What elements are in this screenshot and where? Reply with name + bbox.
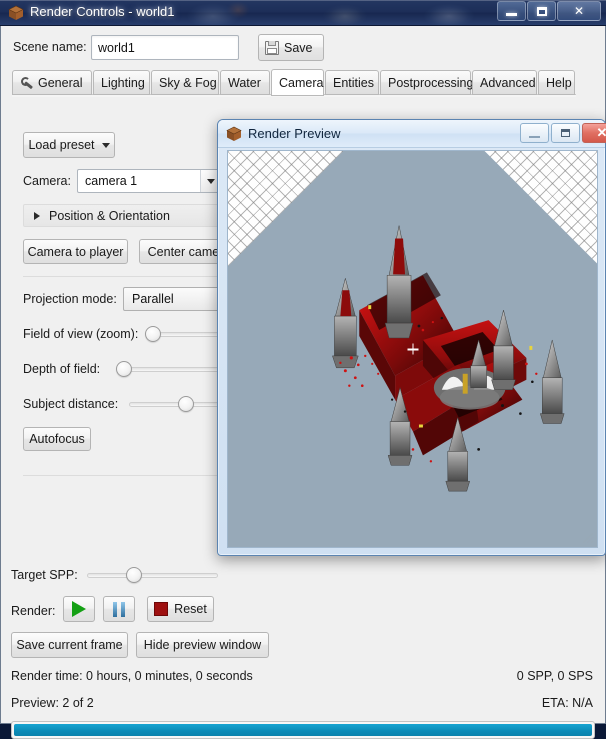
autofocus-label: Autofocus xyxy=(29,432,85,446)
tab-advanced[interactable]: Advanced xyxy=(472,70,537,95)
camera-to-player-label: Camera to player xyxy=(27,244,124,259)
tab-sky-and-fog[interactable]: Sky & Fog xyxy=(151,70,219,95)
tab-postprocessing[interactable]: Postprocessing xyxy=(380,70,474,95)
pause-render-button[interactable] xyxy=(103,596,135,622)
minimize-button[interactable] xyxy=(497,1,526,21)
chunky-box-icon xyxy=(8,5,24,20)
maximize-icon xyxy=(536,6,547,16)
resize-grip-icon[interactable] xyxy=(582,532,594,544)
preview-maximize-button[interactable] xyxy=(551,123,580,143)
render-label: Render: xyxy=(11,604,56,618)
play-icon xyxy=(72,601,86,617)
projection-mode-label: Projection mode: xyxy=(23,292,117,306)
autofocus-button[interactable]: Autofocus xyxy=(23,427,91,451)
preview-close-button[interactable]: ✕ xyxy=(582,123,606,143)
close-icon: ✕ xyxy=(573,4,585,18)
tab-water[interactable]: Water xyxy=(220,70,270,95)
tab-lighting[interactable]: Lighting xyxy=(93,70,150,95)
floppy-disk-icon xyxy=(265,40,279,55)
field-of-view-label: Field of view (zoom): xyxy=(23,327,139,341)
separator xyxy=(23,475,223,476)
separator xyxy=(23,276,223,277)
chunky-box-icon xyxy=(226,126,242,141)
camera-label: Camera: xyxy=(23,174,71,188)
scene-name-input[interactable] xyxy=(91,35,239,60)
slider-thumb[interactable] xyxy=(145,326,161,342)
subject-distance-label: Subject distance: xyxy=(23,397,119,411)
preview-minimize-button[interactable] xyxy=(520,123,549,143)
tab-label: General xyxy=(38,75,83,90)
load-preset-label: Load preset xyxy=(28,138,95,152)
minimize-icon xyxy=(506,12,517,16)
tab-label: Water xyxy=(228,75,261,90)
projection-mode-select[interactable]: Parallel xyxy=(123,287,227,311)
tab-label: Postprocessing xyxy=(388,75,474,90)
preview-window-title: Render Preview xyxy=(248,126,341,141)
stop-square-icon xyxy=(154,602,169,616)
slider-thumb[interactable] xyxy=(116,361,132,377)
save-button-label: Save xyxy=(284,40,313,55)
tab-camera[interactable]: Camera xyxy=(271,69,324,96)
hide-preview-window-button[interactable]: Hide preview window xyxy=(136,632,269,658)
reset-label: Reset xyxy=(174,602,207,616)
save-current-frame-label: Save current frame xyxy=(16,638,123,652)
pause-icon xyxy=(113,601,125,617)
reset-render-button[interactable]: Reset xyxy=(147,596,214,622)
spp-sps-status: 0 SPP, 0 SPS xyxy=(516,669,593,683)
main-titlebar[interactable]: Render Controls - world1 ✕ xyxy=(0,0,606,26)
render-preview-window[interactable]: Render Preview ✕ xyxy=(217,119,606,556)
position-orientation-label: Position & Orientation xyxy=(49,208,170,223)
render-time-status: Render time: 0 hours, 0 minutes, 0 secon… xyxy=(11,669,253,683)
slider-thumb[interactable] xyxy=(178,396,194,412)
slider-track xyxy=(87,573,218,578)
tab-label: Lighting xyxy=(101,75,145,90)
tab-label: Camera xyxy=(279,75,324,90)
save-button[interactable]: Save xyxy=(258,34,324,61)
slider-thumb[interactable] xyxy=(126,567,142,583)
eta-status: ETA: N/A xyxy=(541,696,593,710)
tab-entities[interactable]: Entities xyxy=(325,70,379,95)
minimize-icon xyxy=(529,135,540,138)
maximize-button[interactable] xyxy=(527,1,556,21)
tab-general[interactable]: General xyxy=(12,70,92,95)
close-icon: ✕ xyxy=(596,125,606,140)
wrench-icon xyxy=(20,76,34,89)
load-preset-button[interactable]: Load preset xyxy=(23,132,115,158)
position-orientation-expander[interactable]: Position & Orientation xyxy=(23,204,228,227)
start-render-button[interactable] xyxy=(63,596,95,622)
tab-bar: General Lighting Sky & Fog Water Camera … xyxy=(12,69,576,97)
preview-count-status: Preview: 2 of 2 xyxy=(11,696,94,710)
preview-titlebar[interactable]: Render Preview ✕ xyxy=(218,120,606,148)
camera-to-player-button[interactable]: Camera to player xyxy=(23,239,128,264)
target-spp-label: Target SPP: xyxy=(11,568,78,582)
chevron-down-icon xyxy=(101,142,110,148)
projection-mode-value: Parallel xyxy=(132,292,174,306)
maximize-icon xyxy=(561,129,570,137)
chevron-right-icon xyxy=(34,211,40,220)
render-preview-canvas[interactable] xyxy=(227,150,598,548)
target-spp-slider[interactable] xyxy=(87,567,218,583)
window-title: Render Controls - world1 xyxy=(30,4,175,19)
camera-select-value: camera 1 xyxy=(85,174,138,188)
crosshair-icon xyxy=(407,343,418,355)
tab-label: Help xyxy=(546,75,572,90)
chevron-down-icon xyxy=(206,178,215,184)
scene-name-label: Scene name: xyxy=(13,40,87,54)
save-current-frame-button[interactable]: Save current frame xyxy=(11,632,128,658)
tab-label: Entities xyxy=(333,75,374,90)
camera-select[interactable]: camera 1 xyxy=(77,169,221,193)
tab-help[interactable]: Help xyxy=(538,70,575,95)
tab-label: Sky & Fog xyxy=(159,75,217,90)
close-button[interactable]: ✕ xyxy=(557,1,601,21)
hide-preview-window-label: Hide preview window xyxy=(143,638,262,652)
depth-of-field-label: Depth of field: xyxy=(23,362,101,376)
render-progress-fill xyxy=(14,724,592,736)
tab-label: Advanced xyxy=(480,75,536,90)
